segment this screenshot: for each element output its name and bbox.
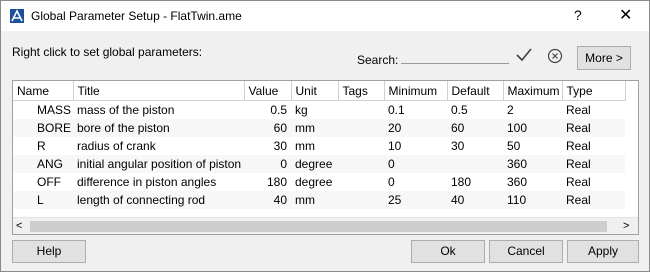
cell-default: 60 [447, 119, 503, 137]
cell-type: Real [562, 119, 625, 137]
scrollbar-thumb[interactable] [30, 221, 607, 232]
table-row[interactable]: OFF difference in piston angles 180 degr… [13, 173, 625, 191]
table-row[interactable]: ANG initial angular position of piston 1… [13, 155, 625, 173]
column-header-tags[interactable]: Tags [338, 81, 385, 101]
cell-type: Real [566, 175, 591, 189]
instructions-label: Right click to set global parameters: [12, 45, 203, 59]
column-header-title[interactable]: Title [73, 81, 245, 101]
cell-maximum: 110 [503, 191, 562, 209]
cell-title: radius of crank [77, 139, 156, 153]
cell-value[interactable]: 0 [244, 155, 291, 173]
apply-button[interactable]: Apply [567, 240, 639, 263]
cell-title: length of connecting rod [73, 191, 244, 209]
cell-title: mass of the piston [77, 103, 175, 117]
cell-unit: mm [295, 139, 315, 153]
cell-tags [338, 137, 384, 155]
column-header-default[interactable]: Default [447, 81, 504, 101]
cell-title: initial angular position of piston 1 [73, 155, 244, 173]
window-title: Global Parameter Setup - FlatTwin.ame [31, 9, 242, 23]
cell-maximum: 360 [507, 175, 528, 189]
parameter-table: Name Title Value Unit Tags Minimum Defau… [12, 80, 639, 235]
more-button[interactable]: More > [577, 46, 631, 70]
cell-minimum: 0 [384, 155, 447, 173]
cell-maximum: 50 [507, 139, 521, 153]
horizontal-scrollbar[interactable]: < > [13, 217, 638, 234]
cell-name: OFF [37, 175, 61, 189]
cell-tags [338, 101, 384, 120]
cell-unit: mm [291, 119, 338, 137]
help-icon[interactable]: ? [574, 7, 582, 23]
cell-type: Real [562, 155, 625, 173]
cell-unit: kg [295, 103, 308, 117]
search-label: Search: [357, 53, 399, 67]
cell-type: Real [566, 139, 591, 153]
cell-maximum: 100 [503, 119, 562, 137]
column-header-maximum[interactable]: Maximum [503, 81, 563, 101]
cell-type: Real [566, 103, 591, 117]
column-header-value[interactable]: Value [244, 81, 292, 101]
clear-icon[interactable] [547, 48, 563, 64]
close-icon[interactable]: ✕ [619, 5, 632, 25]
column-header-minimum[interactable]: Minimum [384, 81, 448, 101]
cell-unit: mm [291, 191, 338, 209]
cell-value[interactable]: 180 [244, 173, 291, 191]
cell-maximum: 360 [503, 155, 562, 173]
cell-default: 30 [451, 139, 465, 153]
table-row[interactable]: L length of connecting rod 40 mm 25 40 1… [13, 191, 625, 209]
ok-button[interactable]: Ok [411, 240, 485, 263]
cell-title: difference in piston angles [77, 175, 217, 189]
cell-unit: degree [295, 175, 333, 189]
cell-minimum: 25 [384, 191, 447, 209]
cell-minimum: 20 [384, 119, 447, 137]
cell-value[interactable]: 0.5 [244, 101, 291, 120]
cell-default: 0.5 [451, 103, 468, 117]
cell-minimum: 0.1 [388, 103, 405, 117]
dialog-window: Global Parameter Setup - FlatTwin.ame ? … [0, 0, 650, 272]
cell-name: R [37, 139, 46, 153]
cell-value[interactable]: 60 [244, 119, 291, 137]
table-header-row: Name Title Value Unit Tags Minimum Defau… [13, 81, 626, 101]
column-header-type[interactable]: Type [562, 81, 626, 101]
scroll-right-icon[interactable]: > [623, 220, 629, 232]
cell-value[interactable]: 30 [244, 137, 291, 155]
cell-tags [338, 191, 384, 209]
cell-name: L [13, 191, 73, 209]
app-icon [10, 9, 24, 23]
check-icon[interactable] [515, 46, 533, 64]
table-row[interactable]: MASS mass of the piston 0.5 kg 0.1 0.5 2… [13, 101, 625, 120]
cell-title: bore of the piston [73, 119, 244, 137]
cell-type: Real [562, 191, 625, 209]
cell-minimum: 0 [388, 175, 395, 189]
cell-default: 180 [451, 175, 472, 189]
cell-name: MASS [37, 103, 72, 117]
cell-unit: degree [291, 155, 338, 173]
cell-minimum: 10 [388, 139, 402, 153]
cell-name: ANG [13, 155, 73, 173]
cell-maximum: 2 [507, 103, 514, 117]
cell-value[interactable]: 40 [244, 191, 291, 209]
cell-default: 40 [447, 191, 503, 209]
table-row[interactable]: BORE bore of the piston 60 mm 20 60 100 … [13, 119, 625, 137]
cell-tags [338, 155, 384, 173]
cell-tags [338, 119, 384, 137]
search-input[interactable] [401, 45, 509, 64]
cell-default [447, 155, 503, 173]
cancel-button[interactable]: Cancel [489, 240, 563, 263]
cell-tags [338, 173, 384, 191]
scroll-left-icon[interactable]: < [16, 220, 22, 232]
title-bar: Global Parameter Setup - FlatTwin.ame ? … [1, 1, 649, 31]
cell-name: BORE [13, 119, 73, 137]
column-header-name[interactable]: Name [13, 81, 74, 101]
help-button[interactable]: Help [12, 240, 86, 263]
table-row[interactable]: R radius of crank 30 mm 10 30 50 Real [13, 137, 625, 155]
column-header-unit[interactable]: Unit [291, 81, 339, 101]
